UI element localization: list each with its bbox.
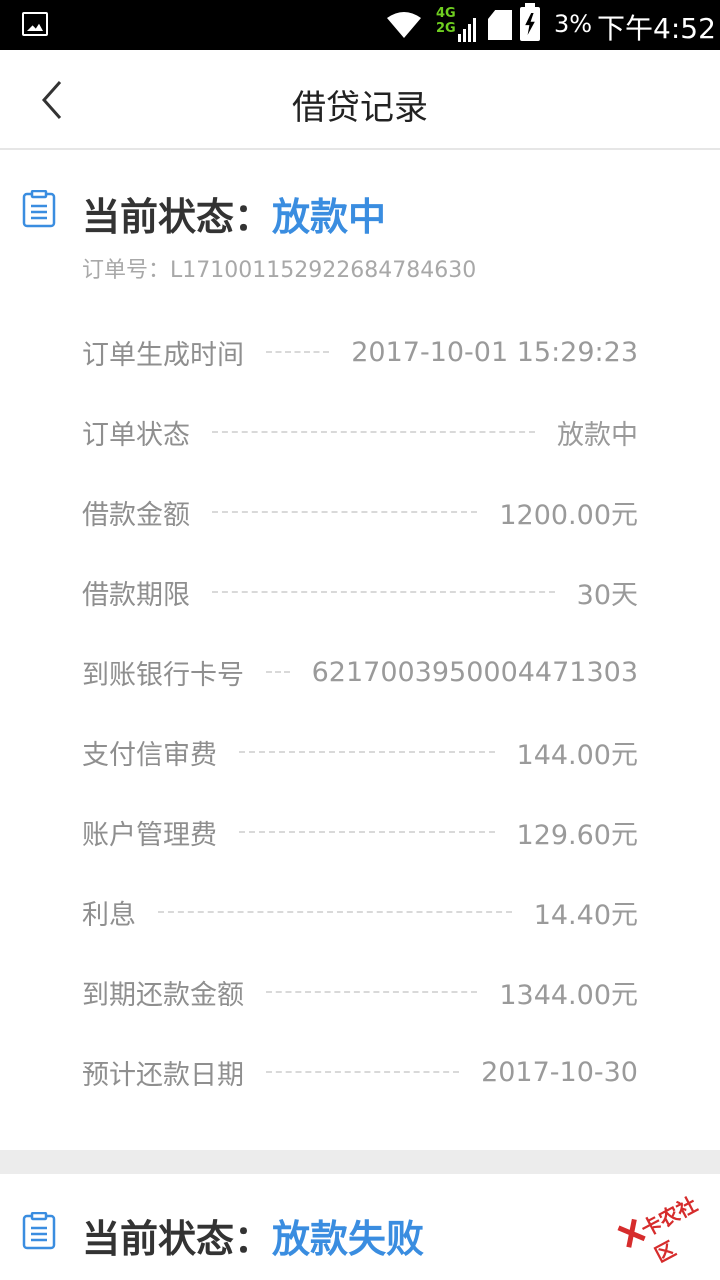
status-label: 当前状态： xyxy=(82,195,273,239)
detail-label: 借款期限 xyxy=(82,579,190,611)
detail-value: 30天 xyxy=(576,579,638,611)
detail-value: 144.00元 xyxy=(516,739,638,771)
detail-label: 支付信审费 xyxy=(82,739,217,771)
detail-value: 129.60元 xyxy=(516,819,638,851)
battery-charging-icon xyxy=(520,3,540,41)
detail-label: 到账银行卡号 xyxy=(82,659,244,691)
detail-row: 借款期限 30天 xyxy=(82,552,638,632)
detail-label: 账户管理费 xyxy=(82,819,217,851)
status-value: 放款失败 xyxy=(272,1217,425,1261)
detail-row: 账户管理费 129.60元 xyxy=(82,792,638,872)
current-status: 当前状态：放款失败 xyxy=(82,1208,424,1263)
battery-percent: 3% xyxy=(554,10,593,38)
status-value: 放款中 xyxy=(272,195,387,239)
page-title: 借贷记录 xyxy=(292,88,428,128)
loan-record-card: 当前状态：放款中 订单号：L17100115292268478463​0 订单生… xyxy=(0,152,720,1150)
detail-value: 6217003950004471303 xyxy=(311,656,638,688)
detail-label: 到期还款金额 xyxy=(82,979,244,1011)
detail-row: 订单生成时间 2017-10-01 15:29:23 xyxy=(82,312,638,392)
clock: 下午4:52 xyxy=(597,12,716,45)
status-bar: 4G 2G 3% 下午4:52 xyxy=(0,0,720,50)
detail-row: 到期还款金额 1344.00元 xyxy=(82,952,638,1032)
signal-icon xyxy=(458,14,480,42)
dotted-leader xyxy=(212,511,478,513)
detail-value: 14.40元 xyxy=(533,899,638,931)
detail-value: 2017-10-30 xyxy=(481,1056,638,1088)
nav-bar: 借贷记录 xyxy=(0,50,720,150)
current-status: 当前状态：放款中 xyxy=(82,186,386,241)
detail-label: 订单生成时间 xyxy=(82,339,244,371)
detail-value: 2017-10-01 15:29:23 xyxy=(351,336,638,368)
detail-row: 预计还款日期 2017-10-30 xyxy=(82,1032,638,1112)
detail-value: 1200.00元 xyxy=(499,499,638,531)
network-top: 4G xyxy=(436,6,456,21)
detail-label: 预计还款日期 xyxy=(82,1059,244,1091)
dotted-leader xyxy=(212,431,535,433)
network-bottom: 2G xyxy=(436,21,456,36)
status-label: 当前状态： xyxy=(82,1217,273,1261)
detail-label: 订单状态 xyxy=(82,419,190,451)
detail-list: 订单生成时间 2017-10-01 15:29:23 订单状态 放款中 借款金额… xyxy=(82,312,638,1112)
clipboard-icon xyxy=(22,1212,56,1250)
dotted-leader xyxy=(266,671,290,673)
detail-row: 订单状态 放款中 xyxy=(82,392,638,472)
detail-value: 1344.00元 xyxy=(499,979,638,1011)
sim-icon xyxy=(488,10,512,40)
detail-value: 放款中 xyxy=(557,419,638,451)
card-divider xyxy=(0,1150,720,1174)
dotted-leader xyxy=(212,591,555,593)
clipboard-icon xyxy=(22,190,56,228)
dotted-leader xyxy=(266,991,478,993)
detail-label: 借款金额 xyxy=(82,499,190,531)
dotted-leader xyxy=(266,351,330,353)
image-icon xyxy=(22,12,48,36)
detail-label: 利息 xyxy=(82,899,136,931)
wifi-icon xyxy=(387,12,421,38)
detail-row: 借款金额 1200.00元 xyxy=(82,472,638,552)
detail-row: 到账银行卡号 6217003950004471303 xyxy=(82,632,638,712)
dotted-leader xyxy=(158,911,512,913)
order-number: 订单号：L17100115292268478463​0 xyxy=(82,258,477,283)
dotted-leader xyxy=(239,831,495,833)
dotted-leader xyxy=(266,1071,460,1073)
detail-row: 利息 14.40元 xyxy=(82,872,638,952)
dotted-leader xyxy=(239,751,495,753)
loan-record-card: 当前状态：放款失败 xyxy=(0,1174,720,1280)
network-type: 4G 2G xyxy=(436,6,456,36)
detail-row: 支付信审费 144.00元 xyxy=(82,712,638,792)
